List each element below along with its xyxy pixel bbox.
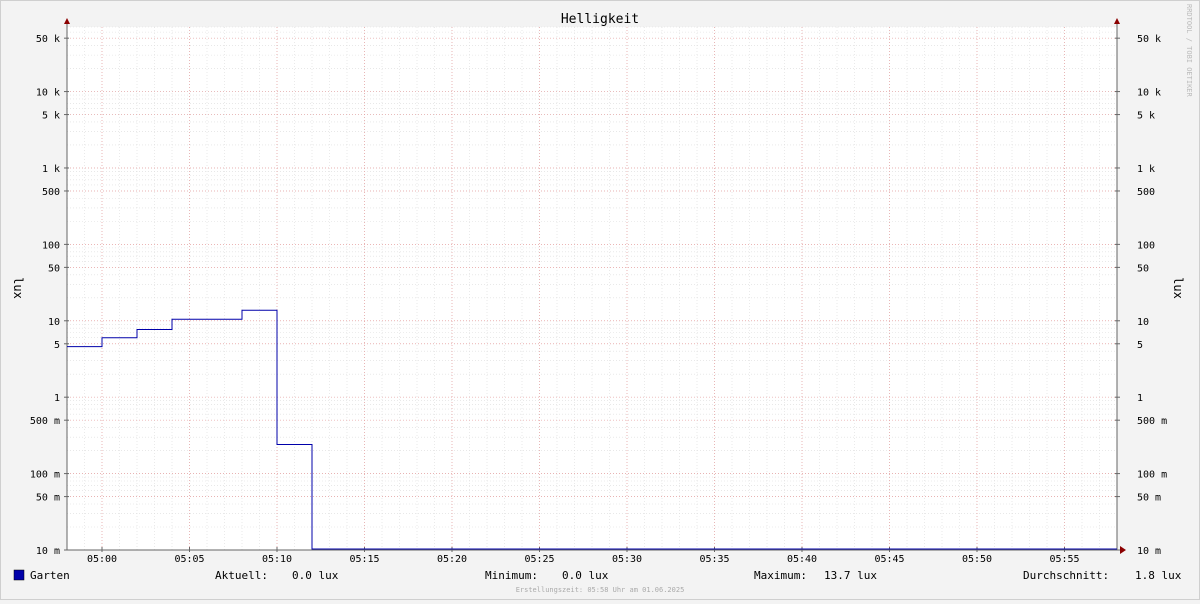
x-tick-label: 05:05 bbox=[174, 554, 204, 565]
x-tick-label: 05:55 bbox=[1049, 554, 1079, 565]
y-tick-label-left: 100 bbox=[42, 240, 60, 251]
y-axis-label-left: lux bbox=[11, 277, 25, 299]
x-tick-label: 05:35 bbox=[699, 554, 729, 565]
y-tick-labels-left: 50 k 10 k 5 k 1 k 500 100 50 10 5 1 500 m 100 m 50 m… bbox=[30, 34, 60, 557]
y-tick-label-left: 1 bbox=[54, 393, 60, 404]
y-tick-label-right: 10 bbox=[1137, 317, 1149, 328]
y-tick-label-right: 500 m bbox=[1137, 416, 1167, 427]
y-tick-label-left: 5 k bbox=[42, 111, 60, 122]
y-tick-label-left: 500 bbox=[42, 187, 60, 198]
x-tick-label: 05:25 bbox=[524, 554, 554, 565]
y-tick-label-left: 50 bbox=[48, 263, 60, 274]
y-tick-label-left: 500 m bbox=[30, 416, 60, 427]
x-tick-label: 05:15 bbox=[349, 554, 379, 565]
y-tick-label-left: 50 k bbox=[36, 34, 60, 45]
y-tick-label-right: 100 bbox=[1137, 240, 1155, 251]
y-tick-label-right: 100 m bbox=[1137, 470, 1167, 481]
y-tick-label-left: 10 bbox=[48, 317, 60, 328]
y-tick-labels-right: 50 k 10 k 5 k 1 k 500 100 50 10 5 1 500 m 100 m 50 m… bbox=[1137, 34, 1167, 557]
y-tick-label-right: 5 bbox=[1137, 340, 1143, 351]
x-tick-label: 05:00 bbox=[87, 554, 117, 565]
y-tick-label-right: 5 k bbox=[1137, 111, 1155, 122]
y-axis-left-arrow bbox=[64, 18, 70, 24]
x-tick-label: 05:50 bbox=[962, 554, 992, 565]
legend-current-label: Aktuell: bbox=[215, 569, 268, 582]
y-tick-label-left: 10 m bbox=[36, 546, 60, 557]
footer-timestamp: Erstellungszeit: 05:58 Uhr am 01.06.2025 bbox=[516, 586, 685, 594]
x-tick-label: 05:40 bbox=[787, 554, 817, 565]
grid-minor bbox=[66, 26, 1118, 551]
x-tick-label: 05:10 bbox=[262, 554, 292, 565]
legend-min-label: Minimum: bbox=[485, 569, 538, 582]
y-tick-label-left: 1 k bbox=[42, 164, 60, 175]
legend-max-label: Maximum: bbox=[754, 569, 807, 582]
y-tick-label-left: 100 m bbox=[30, 470, 60, 481]
x-tick-label: 05:30 bbox=[612, 554, 642, 565]
watermark: RRDTOOL / TOBI OETIKER bbox=[1185, 4, 1193, 98]
y-tick-label-right: 500 bbox=[1137, 187, 1155, 198]
legend-series-name: Garten bbox=[30, 569, 70, 582]
y-tick-label-right: 10 k bbox=[1137, 88, 1161, 99]
y-tick-label-right: 50 k bbox=[1137, 34, 1161, 45]
y-tick-label-left: 50 m bbox=[36, 493, 60, 504]
y-tick-label-right: 1 bbox=[1137, 393, 1143, 404]
x-axis-arrow bbox=[1120, 546, 1126, 554]
rrd-graph: Helligkeit RRDTOOL / TOBI OETIKER lux lu… bbox=[0, 0, 1200, 600]
y-tick-label-left: 10 k bbox=[36, 88, 60, 99]
y-tick-label-left: 5 bbox=[54, 340, 60, 351]
legend-swatch bbox=[13, 569, 25, 581]
y-tick-label-right: 50 bbox=[1137, 263, 1149, 274]
legend-max-value: 13.7 lux bbox=[824, 569, 877, 582]
legend-current-value: 0.0 lux bbox=[292, 569, 339, 582]
legend-min-value: 0.0 lux bbox=[562, 569, 609, 582]
y-tick-label-right: 10 m bbox=[1137, 546, 1161, 557]
chart-title: Helligkeit bbox=[561, 12, 639, 27]
y-axis-label-right: lux bbox=[1171, 277, 1185, 299]
y-tick-label-right: 1 k bbox=[1137, 164, 1155, 175]
y-axis-right-arrow bbox=[1114, 18, 1120, 24]
x-tick-label: 05:45 bbox=[874, 554, 904, 565]
legend-avg-label: Durchschnitt: bbox=[1023, 569, 1109, 582]
legend-avg-value: 1.8 lux bbox=[1135, 569, 1182, 582]
x-tick-labels: 05:00 05:05 05:10 05:15 05:20 05:25 05:30 05:35… bbox=[87, 554, 1080, 565]
chart-svg: Helligkeit RRDTOOL / TOBI OETIKER lux lu… bbox=[11, 4, 1193, 594]
x-tick-label: 05:20 bbox=[437, 554, 467, 565]
y-tick-label-right: 50 m bbox=[1137, 493, 1161, 504]
